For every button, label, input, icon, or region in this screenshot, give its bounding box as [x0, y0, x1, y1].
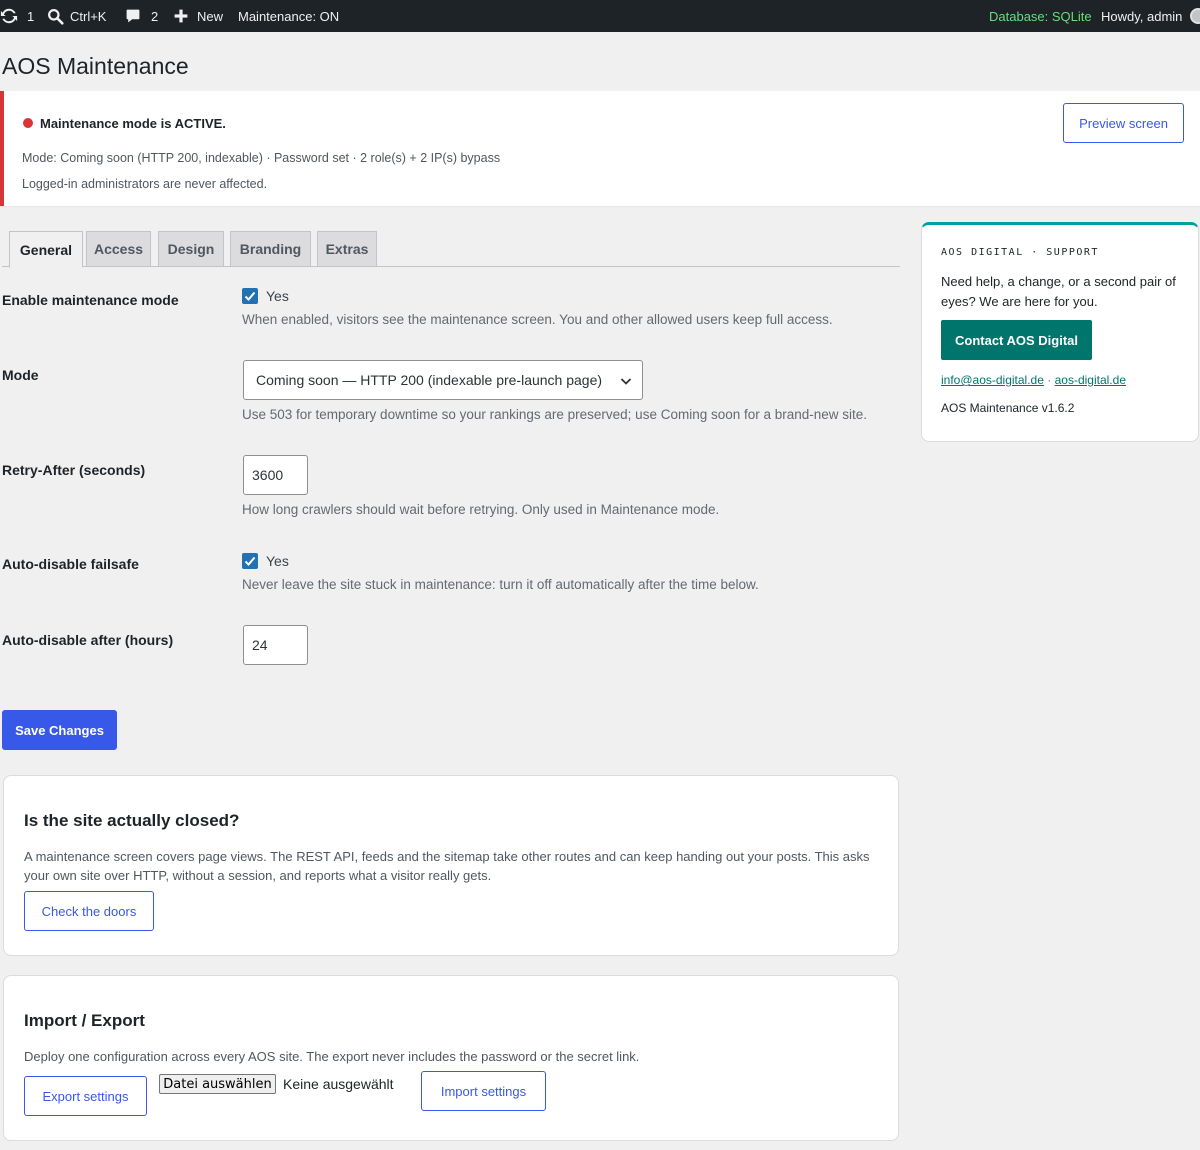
- retry-after-input[interactable]: 3600: [243, 455, 308, 495]
- enable-maintenance-label: Enable maintenance mode: [2, 292, 179, 308]
- avatar[interactable]: [1190, 8, 1200, 24]
- page-title: AOS Maintenance: [2, 53, 189, 79]
- plugin-version: AOS Maintenance v1.6.2: [941, 401, 1075, 415]
- updates-count: 1: [27, 8, 35, 24]
- support-email-link[interactable]: info@aos-digital.de: [941, 373, 1044, 387]
- import-export-card: Import / Export Deploy one configuration…: [3, 975, 899, 1141]
- checkmark-icon: [244, 556, 256, 566]
- tab-branding[interactable]: Branding: [230, 231, 311, 267]
- maintenance-status-label: Maintenance: ON: [238, 8, 340, 24]
- chevron-down-icon: [620, 378, 632, 385]
- database-label: Database: SQLite: [989, 8, 1092, 24]
- refresh-icon: [0, 8, 18, 24]
- auto-disable-hours-label: Auto-disable after (hours): [2, 632, 174, 648]
- site-closed-card: Is the site actually closed? A maintenan…: [3, 775, 899, 956]
- search-icon: [48, 8, 64, 25]
- mode-select[interactable]: Coming soon — HTTP 200 (indexable pre-la…: [243, 360, 643, 400]
- contact-aos-digital-button[interactable]: Contact AOS Digital: [941, 320, 1092, 360]
- mode-label: Mode: [2, 367, 39, 383]
- auto-disable-hours-input[interactable]: 24: [243, 625, 308, 665]
- failsafe-description: Never leave the site stuck in maintenanc…: [242, 577, 759, 592]
- site-closed-title: Is the site actually closed?: [24, 811, 240, 830]
- search-item[interactable]: Ctrl+K: [47, 0, 106, 32]
- import-export-text: Deploy one configuration across every AO…: [24, 1049, 640, 1064]
- export-settings-button[interactable]: Export settings: [24, 1076, 147, 1116]
- failsafe-yes: Yes: [266, 553, 289, 569]
- retry-after-label: Retry-After (seconds): [2, 462, 146, 478]
- support-website-link[interactable]: aos-digital.de: [1055, 373, 1126, 387]
- import-export-title: Import / Export: [24, 1011, 145, 1030]
- howdy-label: Howdy, admin: [1101, 8, 1183, 24]
- comments-item[interactable]: 2: [125, 0, 158, 32]
- support-eyebrow: AOS DIGITAL · SUPPORT: [941, 247, 1099, 258]
- new-label: New: [197, 8, 224, 24]
- mode-description: Use 503 for temporary downtime so your r…: [242, 407, 868, 422]
- enable-maintenance-checkbox[interactable]: [242, 288, 258, 304]
- database-item: Database: SQLite: [989, 0, 1092, 32]
- no-file-selected-label: Keine ausgewählt: [283, 1076, 394, 1092]
- retry-after-description: How long crawlers should wait before ret…: [242, 502, 720, 517]
- save-changes-button[interactable]: Save Changes: [2, 710, 117, 750]
- search-shortcut: Ctrl+K: [70, 8, 107, 24]
- import-settings-button[interactable]: Import settings: [421, 1071, 546, 1111]
- support-links: info@aos-digital.de · aos-digital.de: [941, 373, 1126, 387]
- mode-select-value: Coming soon — HTTP 200 (indexable pre-la…: [256, 372, 603, 388]
- plus-icon: [174, 9, 188, 23]
- choose-file-button[interactable]: Datei auswählen: [159, 1074, 276, 1094]
- status-dot-icon: [23, 118, 33, 128]
- notice-heading: Maintenance mode is ACTIVE.: [40, 116, 226, 131]
- tab-design[interactable]: Design: [158, 231, 224, 267]
- maintenance-notice: Maintenance mode is ACTIVE. Mode: Coming…: [0, 91, 1200, 206]
- tab-general[interactable]: General: [9, 231, 83, 268]
- preview-screen-button[interactable]: Preview screen: [1063, 103, 1184, 143]
- enable-maintenance-description: When enabled, visitors see the maintenan…: [242, 312, 833, 327]
- check-doors-button[interactable]: Check the doors: [24, 891, 154, 931]
- comments-count: 2: [151, 8, 159, 24]
- notice-admin-note: Logged-in administrators are never affec…: [22, 177, 268, 191]
- tab-extras[interactable]: Extras: [317, 231, 377, 267]
- maintenance-status-item[interactable]: Maintenance: ON: [238, 0, 339, 32]
- admin-bar: 1 Ctrl+K 2 New Maintenance: ON Database:…: [0, 0, 1200, 32]
- notice-summary: Mode: Coming soon (HTTP 200, indexable) …: [22, 151, 501, 165]
- failsafe-label: Auto-disable failsafe: [2, 556, 139, 572]
- new-content-item[interactable]: New: [173, 0, 223, 32]
- checkmark-icon: [244, 291, 256, 301]
- link-separator: ·: [1047, 373, 1052, 387]
- account-item[interactable]: Howdy, admin: [1101, 0, 1182, 32]
- updates-item[interactable]: 1: [0, 0, 34, 32]
- comment-icon: [126, 9, 140, 23]
- enable-maintenance-yes: Yes: [266, 288, 289, 304]
- failsafe-checkbox[interactable]: [242, 553, 258, 569]
- tab-access[interactable]: Access: [86, 231, 151, 267]
- support-text: Need help, a change, or a second pair of…: [941, 274, 1176, 309]
- settings-tabs: General Access Design Branding Extras: [2, 231, 900, 268]
- site-closed-text: A maintenance screen covers page views. …: [24, 849, 870, 883]
- support-box: AOS DIGITAL · SUPPORT Need help, a chang…: [921, 222, 1199, 442]
